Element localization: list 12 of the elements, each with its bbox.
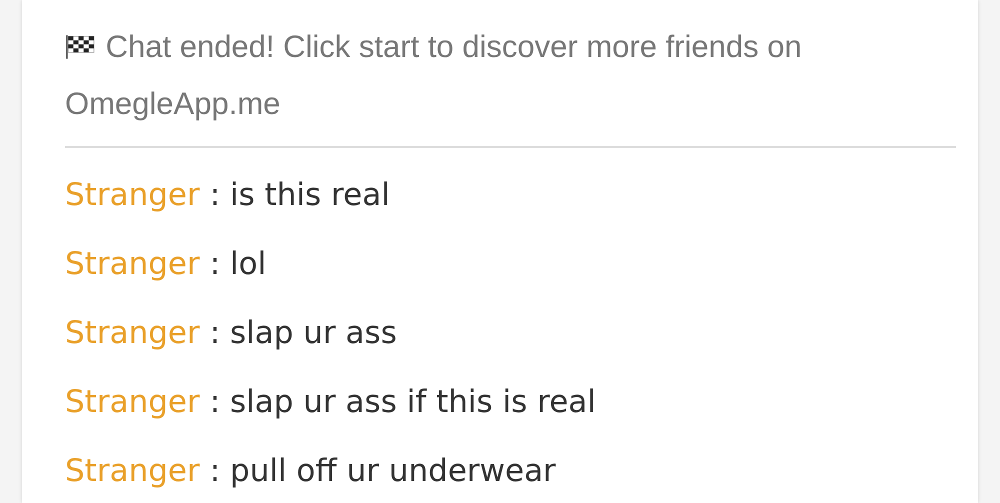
- sender-name: Stranger: [65, 246, 200, 282]
- message-text: : slap ur ass if this is real: [210, 384, 596, 420]
- message-text: : pull off ur underwear: [210, 452, 556, 488]
- sender-name: Stranger: [65, 314, 200, 350]
- sender-name: Stranger: [65, 452, 200, 488]
- message-text: : is this real: [210, 176, 390, 212]
- message-text: : slap ur ass: [210, 314, 397, 350]
- sender-name: Stranger: [65, 176, 200, 212]
- message-text: : lol: [210, 246, 266, 282]
- chat-ended-notice: Chat ended! Click start to discover more friends on OmegleApp.me: [65, 28, 803, 123]
- checkered-flag-icon: [65, 34, 95, 60]
- sender-name: Stranger: [65, 384, 200, 420]
